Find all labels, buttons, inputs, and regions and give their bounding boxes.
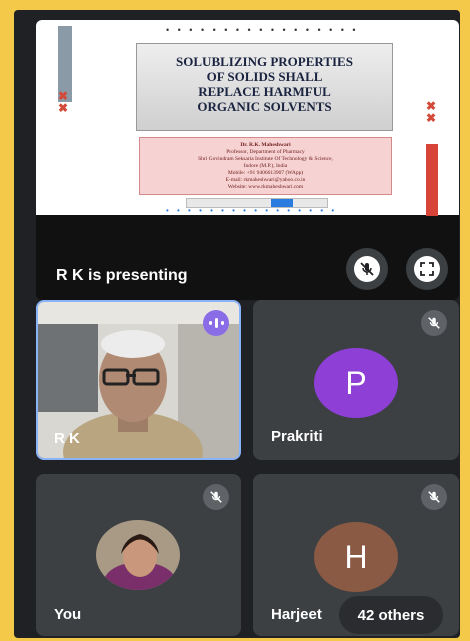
author-line: Mobile: +91 9406613907 (WApp) [227,170,304,176]
avatar-photo [96,520,180,590]
author-line: Dr. R.K. Maheshwari [240,142,291,148]
author-line: Indore (M.P.), India [243,163,288,169]
mic-off-icon [354,256,380,282]
participant-tile-rk[interactable]: R K [36,300,241,460]
avatar: H [314,522,398,592]
participant-tile-prakriti[interactable]: P Prakriti [253,300,459,460]
slide-dots-bottom: • • • • • • • • • • • • • • • • [166,206,338,215]
author-line: Professor, Department of Pharmacy [226,149,305,155]
author-line: Website: www.rkmaheshwari.com [227,184,304,190]
slide-title: SOLUBLIZING PROPERTIES OF SOLIDS SHALL R… [136,43,393,131]
slide-title-line: REPLACE HARMFUL [198,84,331,99]
author-line: Shri Govindram Seksaria Institute Of Tec… [198,156,333,162]
slide-x-right: ✖ ✖ [426,99,437,125]
participant-name: R K [54,430,80,447]
participant-name: You [54,606,82,623]
others-count-button[interactable]: 42 others [339,596,443,634]
slide-x-left: ✖ ✖ [58,89,69,115]
mic-off-icon [421,310,447,336]
author-line: E-mail: rkmaheshwari@yahoo.co.in [225,177,306,183]
fullscreen-icon [414,256,440,282]
participant-tile-you[interactable]: You [36,474,241,636]
slide-author-box: Dr. R.K. Maheshwari Professor, Departmen… [139,137,392,195]
avatar: P [314,348,398,418]
fullscreen-button[interactable] [406,248,448,290]
audio-level-icon [203,310,229,336]
participant-name: Harjeet [271,606,322,623]
slide-title-line: OF SOLIDS SHALL [206,69,323,84]
presentation-tile[interactable]: • • • • • • • • • • • • • • • • • ✖ ✖ ✖ ✖ … [36,20,459,300]
slide-bar-right [426,144,438,216]
participant-name: Prakriti [271,428,323,445]
mic-off-icon [203,484,229,510]
slide-title-line: ORGANIC SOLVENTS [197,99,332,114]
slide-dots-top: • • • • • • • • • • • • • • • • • [166,25,359,35]
slide-title-line: SOLUBLIZING PROPERTIES [176,54,353,69]
presenter-label: R K is presenting [56,267,188,284]
mic-off-icon [421,484,447,510]
shared-slide: • • • • • • • • • • • • • • • • • ✖ ✖ ✖ ✖ … [36,20,459,216]
mute-presenter-button[interactable] [346,248,388,290]
